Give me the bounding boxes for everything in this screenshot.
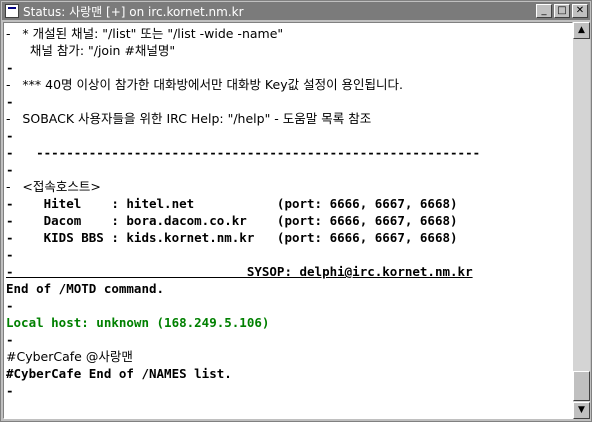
- motd-line-separator: - --------------------------------------…: [6, 145, 481, 160]
- motd-line: -: [6, 60, 14, 75]
- motd-line-channels: - * 개설된 채널: "/list" 또는 "/list -wide -nam…: [6, 26, 284, 41]
- close-button[interactable]: ✕: [572, 4, 588, 18]
- vertical-scrollbar[interactable]: ▲ ▼: [573, 22, 590, 419]
- status-window: Status: 사랑맨 [+] on irc.kornet.nm.kr _ □ …: [0, 0, 592, 422]
- scroll-up-button[interactable]: ▲: [573, 22, 590, 39]
- status-line: -: [6, 298, 14, 313]
- title-bar[interactable]: Status: 사랑맨 [+] on irc.kornet.nm.kr _ □ …: [2, 2, 590, 20]
- window-title: Status: 사랑맨 [+] on irc.kornet.nm.kr: [23, 4, 244, 19]
- motd-line: -: [6, 94, 14, 109]
- motd-line-sysop: - SYSOP: delphi@irc.kornet.nm.kr: [6, 264, 473, 279]
- motd-end-line: End of /MOTD command.: [6, 281, 165, 296]
- motd-line-join: 채널 참가: "/join #채널명": [6, 43, 176, 58]
- motd-line-key-notice: - *** 40명 이상이 참가한 대화방에서만 대화방 Key값 설정이 용인…: [6, 77, 404, 92]
- names-line: #CyberCafe @사랑맨: [6, 349, 133, 364]
- status-output[interactable]: - * 개설된 채널: "/list" 또는 "/list -wide -nam…: [3, 22, 573, 419]
- motd-line-host-kids: - KIDS BBS : kids.kornet.nm.kr (port: 66…: [6, 230, 458, 245]
- motd-line: -: [6, 162, 14, 177]
- maximize-button[interactable]: □: [554, 4, 570, 18]
- scroll-down-button[interactable]: ▼: [573, 402, 590, 419]
- motd-line: -: [6, 247, 14, 262]
- status-line: -: [6, 332, 14, 347]
- status-line: -: [6, 383, 14, 398]
- motd-line-host-dacom: - Dacom : bora.dacom.co.kr (port: 6666, …: [6, 213, 458, 228]
- motd-line-host-hitel: - Hitel : hitel.net (port: 6666, 6667, 6…: [6, 196, 458, 211]
- minimize-button[interactable]: _: [536, 4, 552, 18]
- motd-line-help: - SOBACK 사용자들을 위한 IRC Help: "/help" - 도움…: [6, 111, 372, 126]
- window-icon[interactable]: [5, 4, 19, 18]
- local-host-line: Local host: unknown (168.249.5.106): [6, 315, 270, 330]
- motd-line: -: [6, 128, 14, 143]
- motd-line-hosts-header: - <접속호스트>: [6, 179, 101, 194]
- scroll-thumb[interactable]: [573, 371, 590, 401]
- names-end-line: #CyberCafe End of /NAMES list.: [6, 366, 232, 381]
